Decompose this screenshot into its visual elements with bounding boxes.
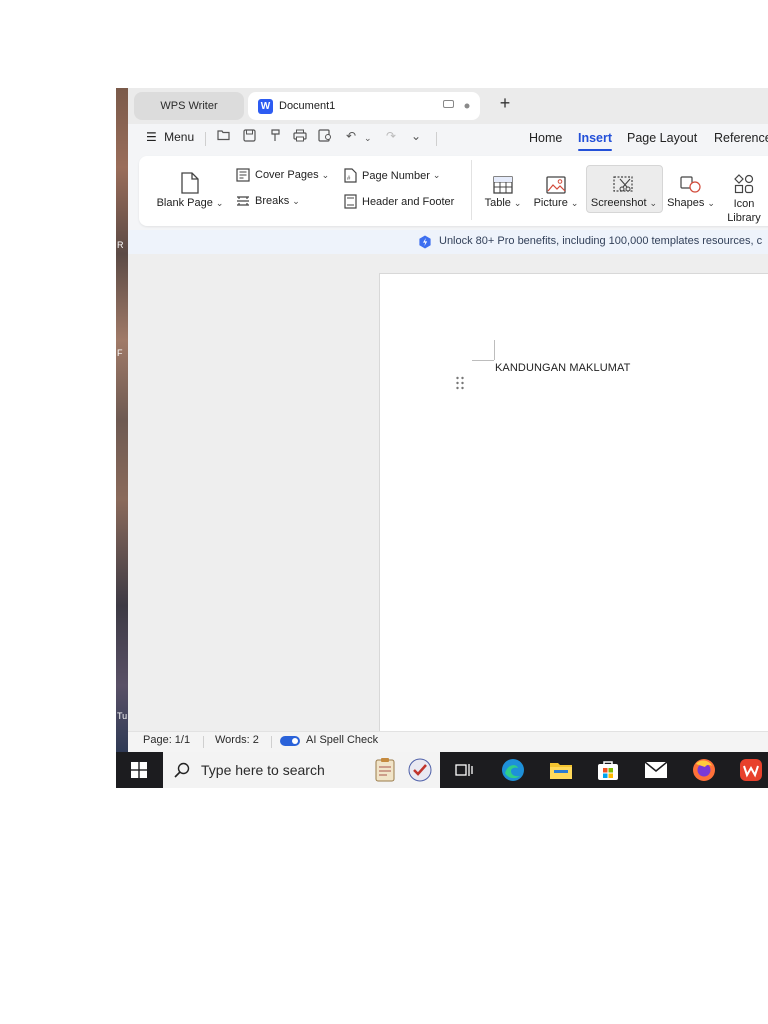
print-preview-icon[interactable]	[318, 129, 333, 145]
spell-check-label: AI Spell Check	[306, 734, 379, 746]
tab-label: Document1	[279, 100, 336, 112]
windows-start-icon[interactable]	[125, 756, 153, 784]
window-mode-icon[interactable]	[443, 100, 454, 112]
taskbar-search-placeholder[interactable]: Type here to search	[201, 762, 325, 778]
undo-dropdown-icon[interactable]: ⌄	[364, 133, 372, 144]
chevron-down-icon: ⌄	[649, 198, 658, 208]
format-painter-icon[interactable]	[269, 129, 282, 145]
desktop-icon-label: Tu	[117, 711, 128, 721]
picture-label: Picture	[533, 197, 568, 209]
table-label: Table	[484, 197, 511, 209]
page-count[interactable]: Page: 1/1	[143, 734, 190, 746]
print-icon[interactable]	[293, 129, 307, 145]
drag-handle-icon[interactable]	[455, 376, 465, 395]
menu-label: Menu	[164, 130, 195, 144]
ribbon-divider	[471, 160, 472, 220]
page-number-label: Page Number	[362, 169, 430, 182]
margin-marker	[494, 340, 495, 360]
table-button[interactable]: Table ⌄	[482, 168, 524, 209]
cover-pages-label: Cover Pages	[255, 169, 319, 181]
open-icon[interactable]	[217, 129, 231, 144]
task-view-icon[interactable]	[450, 756, 478, 784]
tab-insert[interactable]: Insert	[578, 131, 613, 151]
screenshot-button[interactable]: Screenshot ⌄	[588, 168, 660, 209]
chevron-down-icon: ⌄	[570, 198, 579, 208]
blank-page-icon	[155, 168, 225, 194]
chevron-down-icon: ⌄	[513, 198, 522, 208]
divider	[205, 132, 206, 146]
header-footer-button[interactable]: Header and Footer	[344, 194, 454, 209]
desktop-icon-label: F	[117, 348, 123, 358]
margin-marker	[472, 360, 494, 361]
chevron-down-icon: ⌄	[432, 170, 441, 180]
icon-library-label: Library	[727, 212, 761, 224]
blank-page-button[interactable]: Blank Page ⌄	[155, 168, 225, 209]
spell-check-toggle[interactable]	[280, 736, 300, 746]
tab-wps-writer[interactable]: WPS Writer	[134, 92, 244, 120]
redo-icon[interactable]: ↷	[386, 129, 396, 143]
chevron-down-icon: ⌄	[707, 198, 715, 208]
hamburger-icon: ☰	[146, 130, 157, 144]
edge-icon[interactable]	[499, 756, 527, 784]
word-count[interactable]: Words: 2	[215, 734, 259, 746]
shapes-button[interactable]: Shapes ⌄	[666, 168, 716, 209]
tab-home[interactable]: Home	[529, 131, 562, 145]
undo-icon[interactable]: ↶	[346, 129, 356, 143]
unsaved-dot-icon[interactable]	[464, 101, 470, 112]
tab-page-layout[interactable]: Page Layout	[627, 131, 697, 145]
screenshot-label: Screenshot	[590, 197, 647, 209]
mail-icon[interactable]	[642, 756, 670, 784]
page-number-button[interactable]: # Page Number ⌄	[344, 168, 440, 183]
pro-badge-icon	[418, 235, 432, 254]
search-icon	[168, 756, 196, 784]
wps-office-icon[interactable]	[737, 756, 765, 784]
notes-app-icon[interactable]	[371, 756, 399, 784]
menu-button[interactable]: ☰ Menu	[146, 130, 194, 144]
breaks-label: Breaks	[255, 195, 290, 207]
firefox-icon[interactable]	[690, 756, 718, 784]
breaks-icon	[237, 196, 249, 206]
new-tab-button[interactable]: +	[496, 93, 514, 114]
chevron-down-icon: ⌄	[215, 198, 224, 208]
cover-pages-button[interactable]: Cover Pages ⌄	[236, 168, 329, 182]
pro-banner-text[interactable]: Unlock 80+ Pro benefits, including 100,0…	[439, 235, 762, 247]
checklist-app-icon[interactable]	[406, 756, 434, 784]
more-dropdown-icon[interactable]: ⌄	[411, 129, 421, 143]
tab-label: WPS Writer	[160, 100, 218, 112]
blank-page-label: Blank Page	[156, 197, 213, 209]
breaks-button[interactable]: Breaks ⌄	[236, 194, 300, 208]
icon-library-button[interactable]: Icon Library	[722, 168, 766, 225]
picture-button[interactable]: Picture ⌄	[531, 168, 581, 209]
icon-library-icon	[722, 168, 766, 194]
screenshot-icon	[588, 168, 660, 194]
document-page[interactable]	[379, 273, 768, 732]
picture-icon	[531, 168, 581, 194]
table-icon	[482, 168, 524, 194]
tab-document[interactable]: W Document1	[248, 92, 480, 120]
header-footer-label: Header and Footer	[362, 195, 455, 208]
header-footer-icon	[344, 194, 357, 209]
desktop-icon-label: R	[117, 240, 124, 250]
svg-text:#: #	[347, 176, 351, 182]
divider	[203, 736, 204, 748]
icon-library-label: Icon	[733, 198, 755, 210]
document-text[interactable]: KANDUNGAN MAKLUMAT	[495, 362, 630, 374]
microsoft-store-icon[interactable]	[594, 756, 622, 784]
divider	[436, 132, 437, 146]
chevron-down-icon: ⌄	[292, 195, 300, 206]
wps-writer-logo-icon: W	[258, 98, 273, 114]
tab-reference[interactable]: Reference	[714, 131, 768, 145]
desktop-wallpaper	[116, 88, 128, 752]
shapes-label: Shapes	[667, 197, 705, 209]
divider	[271, 736, 272, 748]
chevron-down-icon: ⌄	[321, 169, 330, 180]
page-number-icon: #	[344, 168, 357, 183]
file-explorer-icon[interactable]	[547, 756, 575, 784]
cover-pages-icon	[236, 168, 250, 182]
shapes-icon	[666, 168, 716, 194]
save-icon[interactable]	[243, 129, 256, 145]
